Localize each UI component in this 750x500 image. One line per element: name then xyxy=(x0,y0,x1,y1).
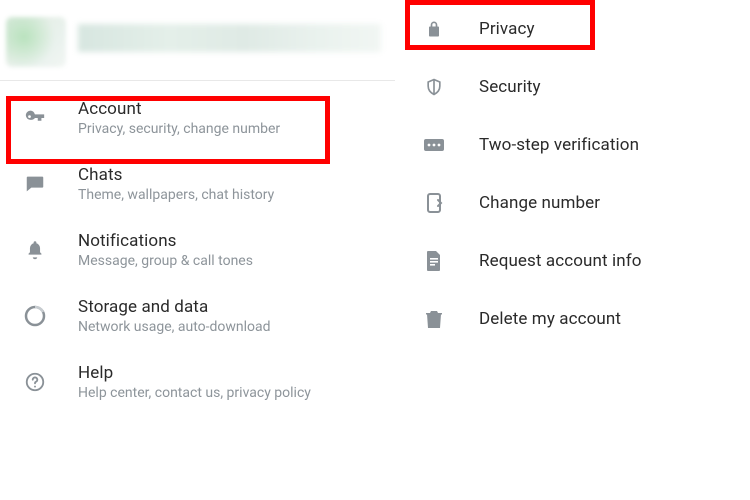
key-icon xyxy=(22,105,48,131)
settings-item-notifications[interactable]: Notifications Message, group & call tone… xyxy=(0,217,395,283)
help-icon xyxy=(22,369,48,395)
settings-item-chats[interactable]: Chats Theme, wallpapers, chat history xyxy=(0,151,395,217)
settings-item-subtitle: Help center, contact us, privacy policy xyxy=(78,385,377,401)
lock-icon xyxy=(421,16,447,42)
account-item-title: Two-step verification xyxy=(479,135,732,155)
account-item-request-info[interactable]: Request account info xyxy=(395,232,750,290)
document-icon xyxy=(421,248,447,274)
settings-item-title: Help xyxy=(78,363,377,383)
avatar xyxy=(6,17,66,67)
settings-item-subtitle: Privacy, security, change number xyxy=(78,121,377,137)
pin-icon xyxy=(421,132,447,158)
account-item-title: Security xyxy=(479,77,732,97)
shield-icon xyxy=(421,74,447,100)
chat-icon xyxy=(22,171,48,197)
settings-item-title: Account xyxy=(78,99,377,119)
account-item-title: Privacy xyxy=(479,19,732,39)
settings-list: Account Privacy, security, change number… xyxy=(0,85,395,415)
bell-icon xyxy=(22,237,48,263)
settings-item-account[interactable]: Account Privacy, security, change number xyxy=(0,85,395,151)
account-item-delete-account[interactable]: Delete my account xyxy=(395,290,750,348)
settings-item-title: Chats xyxy=(78,165,377,185)
data-usage-icon xyxy=(22,303,48,329)
settings-item-subtitle: Message, group & call tones xyxy=(78,253,377,269)
settings-item-title: Storage and data xyxy=(78,297,377,317)
trash-icon xyxy=(421,306,447,332)
phone-swap-icon xyxy=(421,190,447,216)
account-screen: Privacy Security xyxy=(395,0,750,500)
account-item-title: Change number xyxy=(479,193,732,213)
profile-name-redacted xyxy=(78,24,381,52)
account-item-change-number[interactable]: Change number xyxy=(395,174,750,232)
settings-item-title: Notifications xyxy=(78,231,377,251)
settings-screen: Account Privacy, security, change number… xyxy=(0,0,395,500)
settings-item-help[interactable]: Help Help center, contact us, privacy po… xyxy=(0,349,395,415)
profile-header[interactable] xyxy=(0,0,395,80)
settings-item-storage[interactable]: Storage and data Network usage, auto-dow… xyxy=(0,283,395,349)
account-item-two-step[interactable]: Two-step verification xyxy=(395,116,750,174)
account-item-title: Delete my account xyxy=(479,309,732,329)
account-item-privacy[interactable]: Privacy xyxy=(395,0,750,58)
account-item-title: Request account info xyxy=(479,251,732,271)
settings-item-subtitle: Network usage, auto-download xyxy=(78,319,377,335)
settings-item-subtitle: Theme, wallpapers, chat history xyxy=(78,187,377,203)
account-item-security[interactable]: Security xyxy=(395,58,750,116)
account-list: Privacy Security xyxy=(395,0,750,348)
divider xyxy=(0,80,395,81)
